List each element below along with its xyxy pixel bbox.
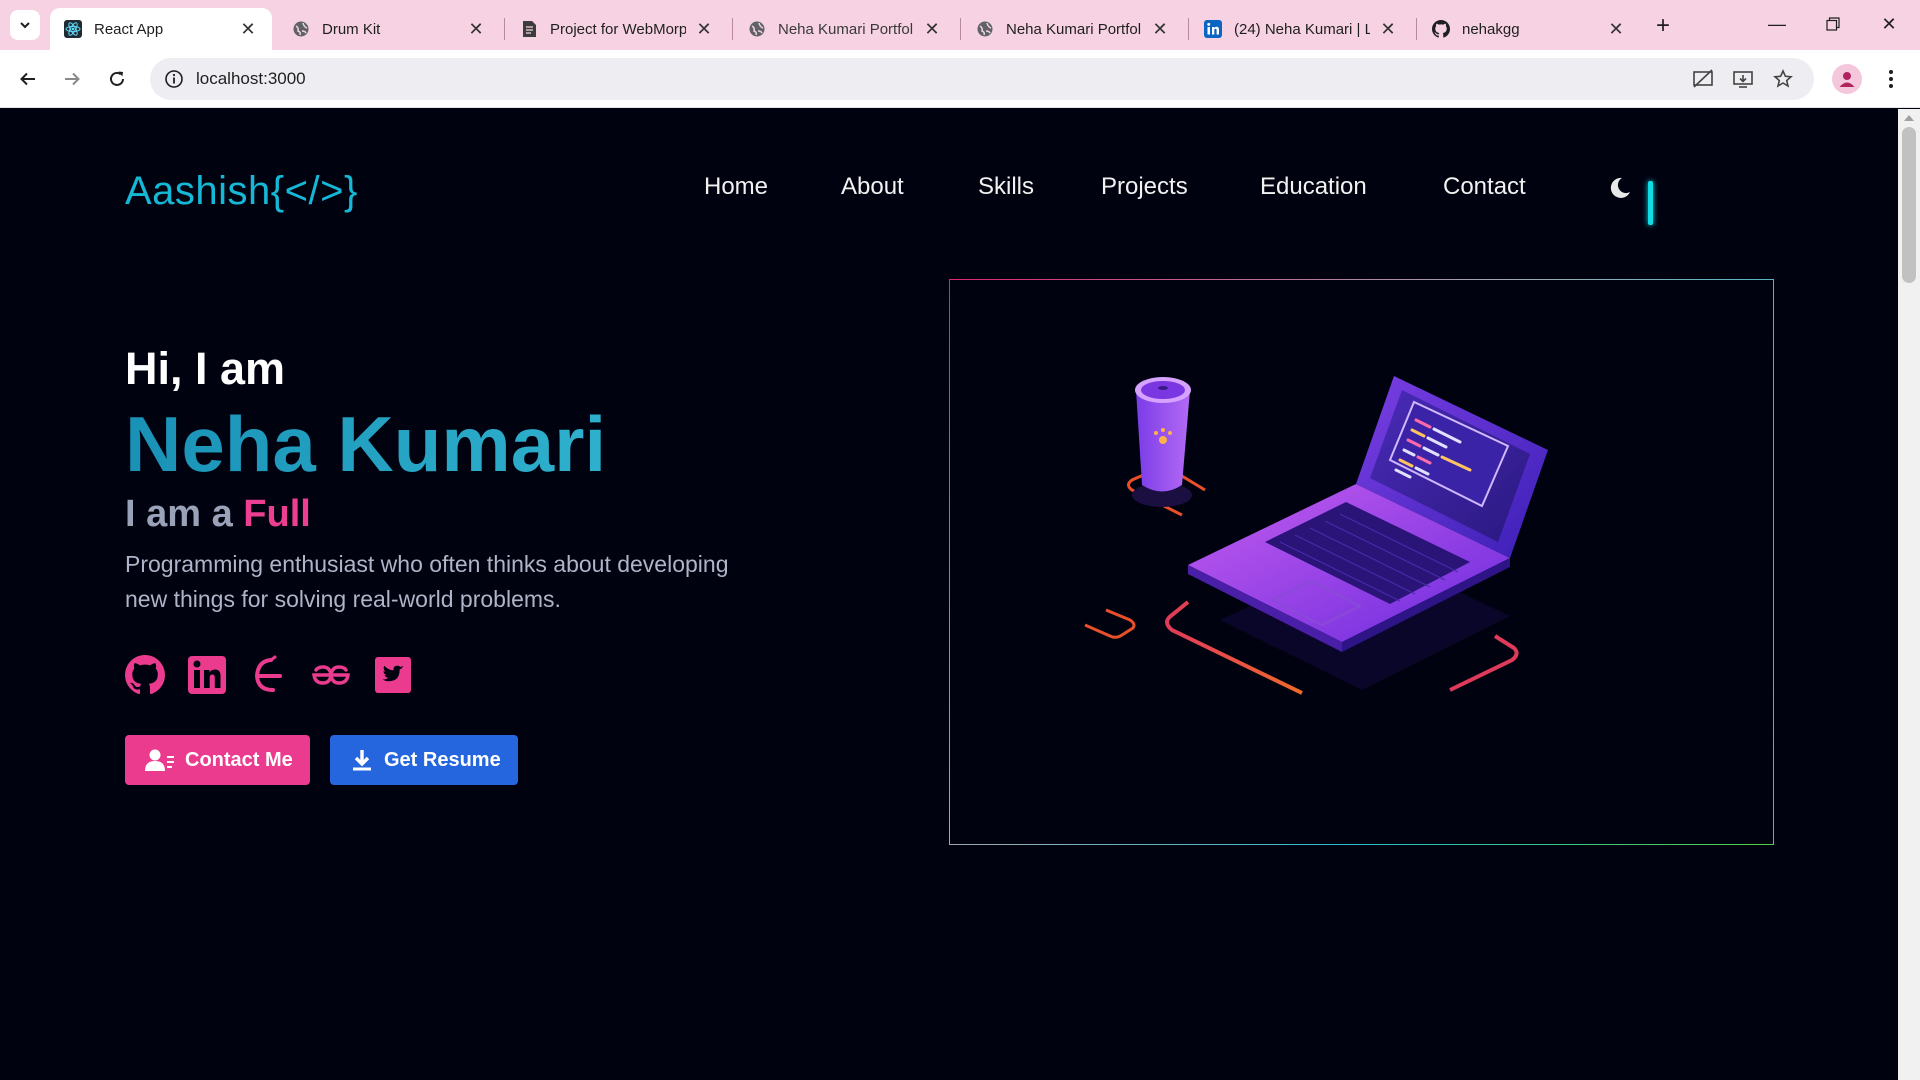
tab-title: Project for WebMorp xyxy=(550,20,686,38)
browser-toolbar: localhost:3000 xyxy=(0,50,1920,108)
page-scrollbar[interactable] xyxy=(1898,109,1920,1080)
reload-icon xyxy=(110,71,124,86)
chevron-down-icon xyxy=(20,22,30,29)
profile-avatar[interactable] xyxy=(1832,64,1862,94)
url-text[interactable]: localhost:3000 xyxy=(196,69,306,89)
document-icon xyxy=(520,20,538,38)
moon-icon[interactable] xyxy=(1606,175,1632,201)
close-icon[interactable]: ✕ xyxy=(1150,19,1170,40)
restore-icon xyxy=(1826,17,1840,31)
linkedin-icon[interactable] xyxy=(187,655,227,695)
laptop-illustration xyxy=(1084,376,1548,695)
cast-off-icon[interactable] xyxy=(1690,67,1716,91)
hero-role: I am a Full xyxy=(125,493,311,536)
nav-education[interactable]: Education xyxy=(1260,173,1367,201)
tab-title: Neha Kumari Portfoli xyxy=(1006,20,1142,38)
tab-title: React App xyxy=(94,20,164,38)
twitter-icon[interactable] xyxy=(373,655,413,695)
install-app-icon[interactable] xyxy=(1730,67,1756,91)
geeksforgeeks-icon[interactable] xyxy=(311,655,351,695)
more-vertical-icon xyxy=(1889,70,1893,88)
linkedin-icon xyxy=(1204,20,1222,38)
globe-icon xyxy=(976,20,994,38)
tab-title: Neha Kumari Portfoli xyxy=(778,20,914,38)
close-icon[interactable]: ✕ xyxy=(238,19,258,40)
react-icon xyxy=(64,20,82,38)
close-icon[interactable]: ✕ xyxy=(1378,19,1398,40)
tab-neha-portfolio-1[interactable]: Neha Kumari Portfoli ✕ xyxy=(734,8,956,50)
hero-greeting: Hi, I am xyxy=(125,343,286,394)
new-tab-button[interactable]: + xyxy=(1650,12,1676,40)
hero-name: Neha Kumari xyxy=(125,400,607,488)
minimize-button[interactable]: — xyxy=(1757,8,1797,40)
tab-separator xyxy=(960,18,961,40)
tab-title: Drum Kit xyxy=(322,20,381,38)
globe-icon xyxy=(292,20,310,38)
tab-project-webmorph[interactable]: Project for WebMorp ✕ xyxy=(506,8,728,50)
nav-contact[interactable]: Contact xyxy=(1443,173,1526,201)
back-button[interactable] xyxy=(12,63,44,95)
arrow-left-icon xyxy=(20,72,35,86)
tab-separator xyxy=(732,18,733,40)
tab-title: (24) Neha Kumari | Li xyxy=(1234,20,1370,38)
get-resume-label: Get Resume xyxy=(384,748,501,771)
download-icon xyxy=(353,750,371,771)
tab-github[interactable]: nehakgg ✕ xyxy=(1418,8,1640,50)
close-window-button[interactable]: ✕ xyxy=(1869,8,1909,40)
contact-me-button[interactable]: Contact Me xyxy=(125,735,310,785)
get-resume-button[interactable]: Get Resume xyxy=(330,735,518,785)
scroll-thumb[interactable] xyxy=(1902,127,1916,283)
tab-title: nehakgg xyxy=(1462,20,1520,38)
user-contact-icon xyxy=(145,749,174,771)
role-highlight: Full xyxy=(243,493,311,535)
close-icon[interactable]: ✕ xyxy=(1606,19,1626,40)
nav-projects[interactable]: Projects xyxy=(1101,173,1188,201)
forward-button[interactable] xyxy=(56,63,88,95)
nav-skills[interactable]: Skills xyxy=(978,173,1034,201)
person-icon xyxy=(1839,72,1855,87)
contact-me-label: Contact Me xyxy=(185,748,293,771)
arrow-right-icon xyxy=(65,72,80,86)
tab-neha-portfolio-2[interactable]: Neha Kumari Portfoli ✕ xyxy=(962,8,1184,50)
info-icon[interactable] xyxy=(164,69,184,89)
nav-home[interactable]: Home xyxy=(704,173,768,201)
browser-menu-button[interactable] xyxy=(1880,64,1902,94)
site-logo[interactable]: Aashish{</>} xyxy=(125,169,358,214)
nav-about[interactable]: About xyxy=(841,173,904,201)
globe-icon xyxy=(748,20,766,38)
codechef-icon[interactable] xyxy=(249,655,289,695)
tab-separator xyxy=(1416,18,1417,40)
reload-button[interactable] xyxy=(101,63,133,95)
tab-search-button[interactable] xyxy=(10,10,40,40)
scroll-up-arrow-icon[interactable] xyxy=(1904,115,1914,121)
tab-separator xyxy=(1188,18,1189,40)
github-icon xyxy=(1432,20,1450,38)
hero-image-frame xyxy=(949,279,1774,845)
close-icon[interactable]: ✕ xyxy=(466,19,486,40)
tab-strip: React App ✕ Drum Kit ✕ Project for WebMo… xyxy=(0,0,1920,50)
tab-drum-kit[interactable]: Drum Kit ✕ xyxy=(278,8,500,50)
role-prefix: I am a xyxy=(125,493,233,535)
custom-cursor-indicator xyxy=(1648,181,1653,225)
github-icon[interactable] xyxy=(125,655,165,695)
portfolio-page: Aashish{</>} Home About Skills Projects … xyxy=(0,109,1898,1080)
tab-react-app[interactable]: React App ✕ xyxy=(50,8,272,50)
hero-bio: Programming enthusiast who often thinks … xyxy=(125,551,729,612)
close-icon[interactable]: ✕ xyxy=(694,19,714,40)
tab-separator xyxy=(504,18,505,40)
close-icon[interactable]: ✕ xyxy=(922,19,942,40)
tab-linkedin[interactable]: (24) Neha Kumari | Li ✕ xyxy=(1190,8,1412,50)
address-bar[interactable]: localhost:3000 xyxy=(150,58,1814,100)
restore-button[interactable] xyxy=(1813,8,1853,40)
bookmark-star-icon[interactable] xyxy=(1770,67,1796,91)
